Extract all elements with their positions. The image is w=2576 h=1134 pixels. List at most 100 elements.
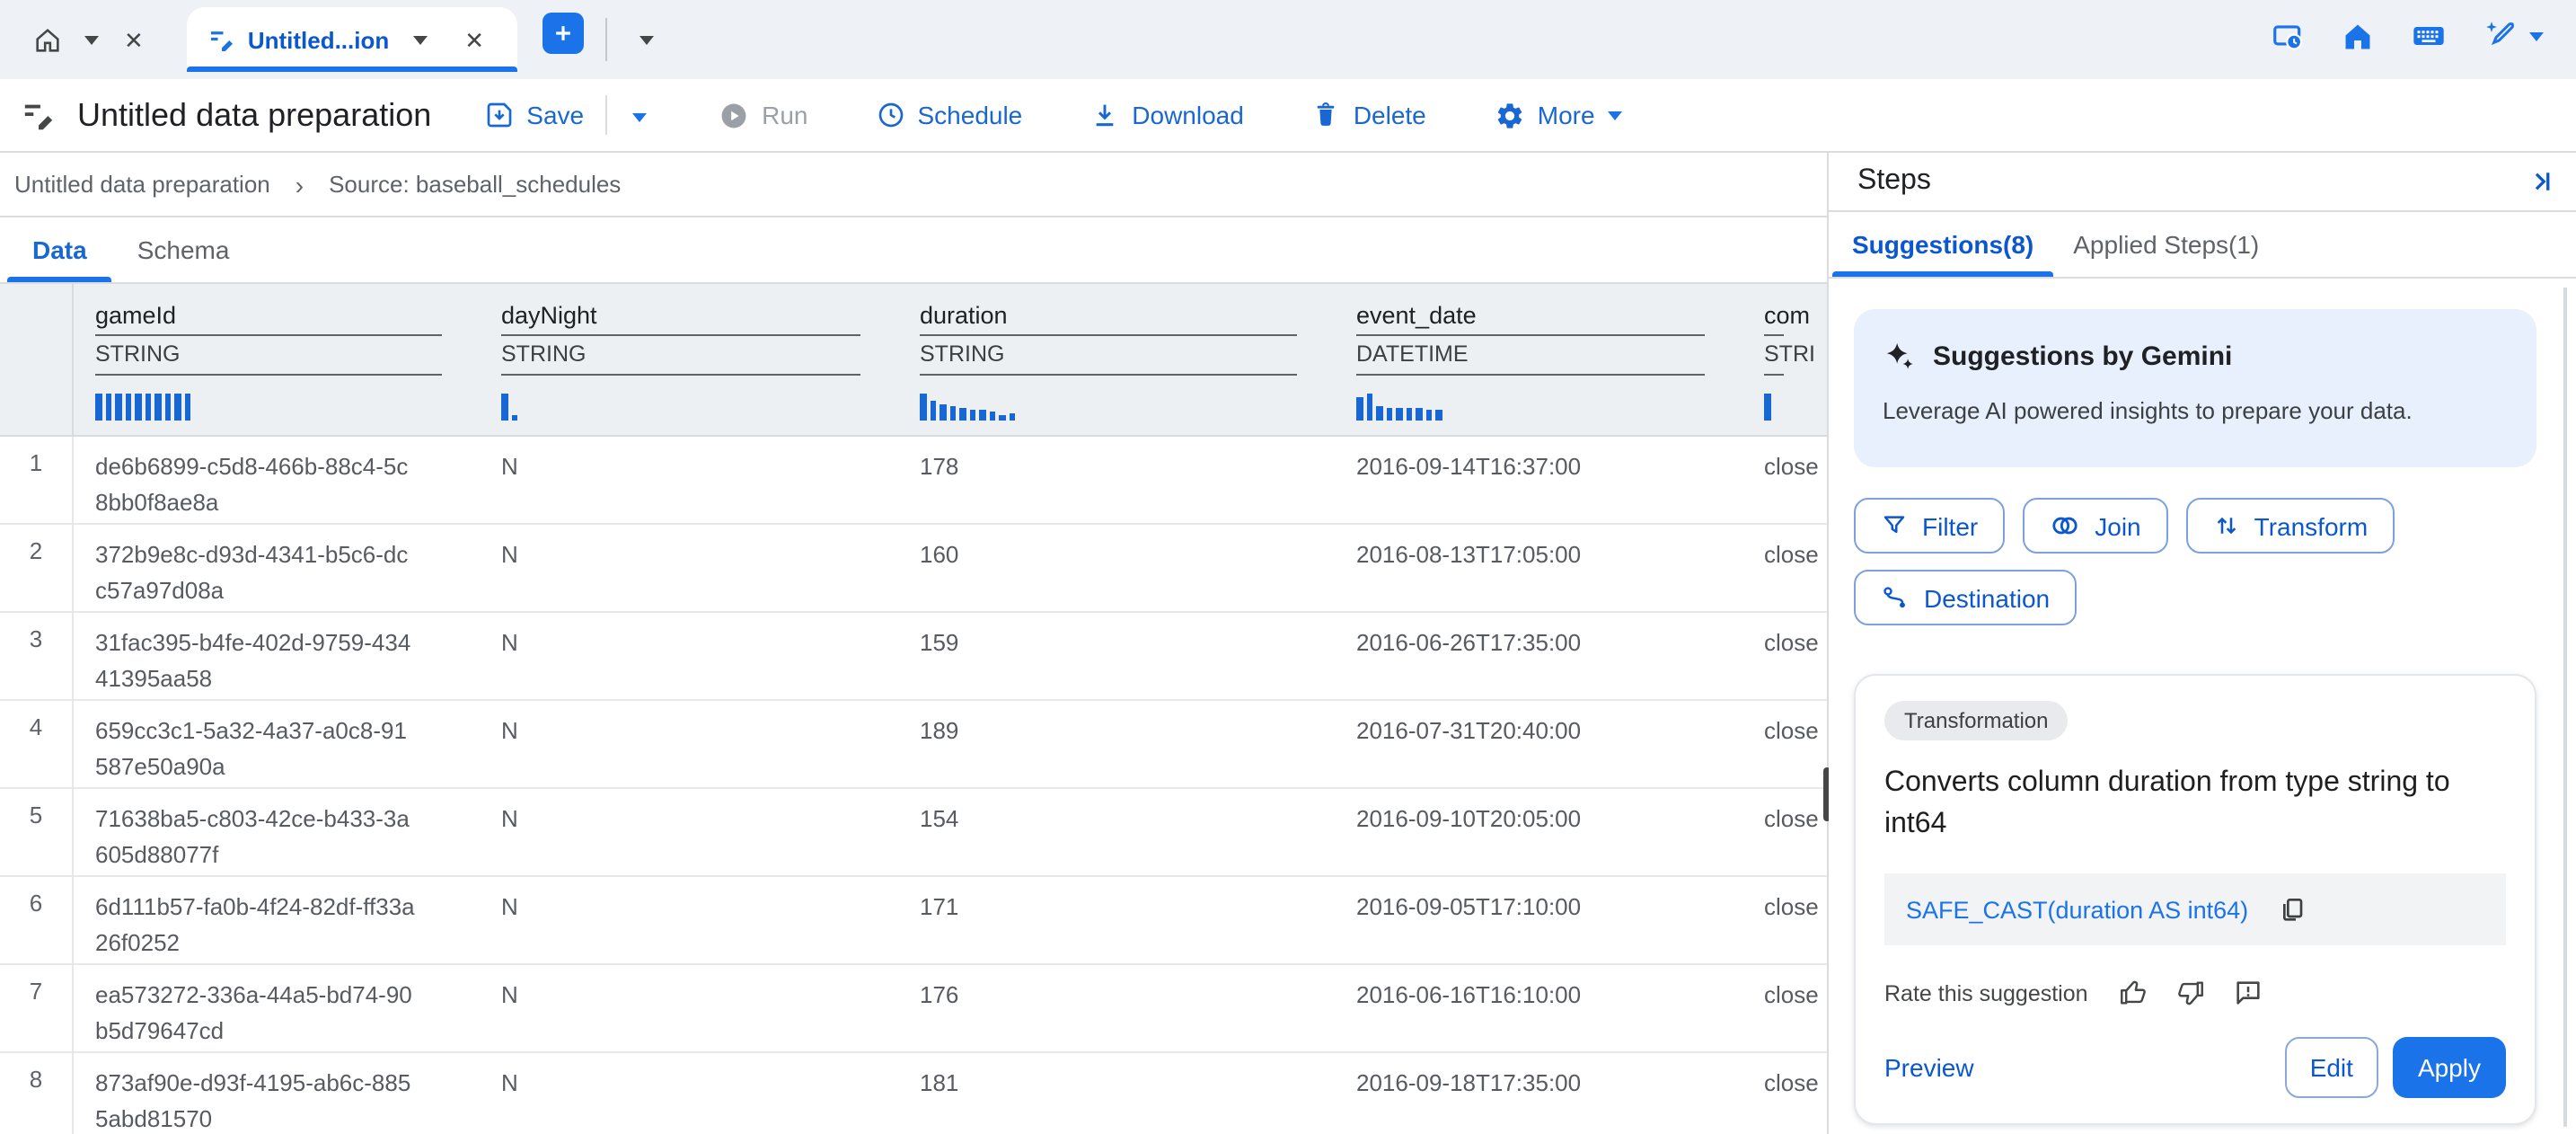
transform-button[interactable]: Transform — [2186, 498, 2395, 554]
delete-button[interactable]: Delete — [1298, 90, 1441, 140]
more-button[interactable]: More — [1480, 89, 1636, 141]
home-tab-icon[interactable] — [32, 24, 63, 55]
cell-gameId[interactable]: 31fac395-b4fe-402d-9759-43441395aa58 — [74, 613, 485, 699]
cell-com[interactable]: close — [1748, 525, 1827, 611]
edit-button[interactable]: Edit — [2285, 1037, 2378, 1098]
feedback-icon[interactable] — [2234, 978, 2264, 1008]
histogram-bar — [989, 412, 995, 421]
cell-event_date[interactable]: 2016-06-16T16:10:00 — [1340, 965, 1748, 1051]
tab-schema[interactable]: Schema — [112, 217, 255, 282]
cell-dayNight[interactable]: N — [485, 1053, 904, 1134]
row-number: 2 — [0, 525, 74, 611]
apply-button[interactable]: Apply — [2393, 1037, 2506, 1098]
cell-gameId[interactable]: de6b6899-c5d8-466b-88c4-5c8bb0f8ae8a — [74, 437, 485, 523]
join-label: Join — [2095, 511, 2140, 540]
tab-applied-steps[interactable]: Applied Steps(1) — [2053, 212, 2279, 277]
cell-event_date[interactable]: 2016-09-10T20:05:00 — [1340, 789, 1748, 875]
tab-untitled-data-preparation[interactable]: Untitled...ion ✕ — [187, 7, 516, 72]
breadcrumb-root[interactable]: Untitled data preparation — [14, 171, 270, 198]
column-header-duration[interactable]: duration STRING — [904, 284, 1340, 435]
column-name[interactable]: dayNight — [501, 302, 860, 336]
tab-caret-icon[interactable] — [412, 35, 427, 44]
cell-gameId[interactable]: 659cc3c1-5a32-4a37-a0c8-91587e50a90a — [74, 701, 485, 787]
cell-dayNight[interactable]: N — [485, 965, 904, 1051]
home-tab-close-icon[interactable]: ✕ — [120, 24, 147, 55]
filter-button[interactable]: Filter — [1854, 498, 2005, 554]
cell-dayNight[interactable]: N — [485, 701, 904, 787]
new-tab-button[interactable] — [542, 13, 583, 54]
tab-list-caret-icon[interactable] — [639, 35, 653, 44]
cell-duration[interactable]: 178 — [904, 437, 1340, 523]
column-header-gameid[interactable]: gameId STRING — [74, 284, 485, 435]
cell-gameId[interactable]: 372b9e8c-d93d-4341-b5c6-dcc57a97d08a — [74, 525, 485, 611]
cell-com[interactable]: close — [1748, 701, 1827, 787]
cell-gameId[interactable]: ea573272-336a-44a5-bd74-90b5d79647cd — [74, 965, 485, 1051]
home-tab-caret-icon[interactable] — [84, 35, 99, 44]
home-icon[interactable] — [2341, 19, 2375, 53]
tab-close-icon[interactable]: ✕ — [461, 24, 488, 55]
thumb-down-icon[interactable] — [2176, 978, 2207, 1008]
cell-duration[interactable]: 159 — [904, 613, 1340, 699]
cell-event_date[interactable]: 2016-07-31T20:40:00 — [1340, 701, 1748, 787]
column-histogram[interactable] — [1356, 392, 1705, 421]
tab-suggestions[interactable]: Suggestions(8) — [1832, 212, 2053, 277]
download-button[interactable]: Download — [1076, 90, 1258, 140]
cell-duration[interactable]: 160 — [904, 525, 1340, 611]
collapse-panel-icon[interactable] — [2526, 165, 2558, 198]
run-button[interactable]: Run — [704, 89, 822, 141]
cell-com[interactable]: close — [1748, 877, 1827, 963]
copy-icon[interactable] — [2277, 895, 2306, 924]
cell-duration[interactable]: 189 — [904, 701, 1340, 787]
cell-gameId[interactable]: 71638ba5-c803-42ce-b433-3a605d88077f — [74, 789, 485, 875]
destination-button[interactable]: Destination — [1854, 570, 2077, 625]
table-body: 1de6b6899-c5d8-466b-88c4-5c8bb0f8ae8aN17… — [0, 437, 1827, 1134]
column-histogram[interactable] — [501, 392, 860, 421]
suggestion-code[interactable]: SAFE_CAST(duration AS int64) — [1906, 896, 2248, 923]
save-button[interactable]: Save — [471, 90, 598, 140]
cell-event_date[interactable]: 2016-08-13T17:05:00 — [1340, 525, 1748, 611]
cell-gameId[interactable]: 873af90e-d93f-4195-ab6c-8855abd81570 — [74, 1053, 485, 1134]
schedule-button[interactable]: Schedule — [862, 90, 1037, 140]
device-session-icon[interactable] — [2271, 19, 2305, 53]
cell-duration[interactable]: 176 — [904, 965, 1340, 1051]
cell-dayNight[interactable]: N — [485, 525, 904, 611]
cell-com[interactable]: close — [1748, 965, 1827, 1051]
tab-data[interactable]: Data — [7, 217, 112, 282]
panel-scrollbar-track[interactable] — [2563, 288, 2567, 1127]
cell-com[interactable]: close — [1748, 1053, 1827, 1134]
histogram-bar — [135, 394, 141, 421]
column-histogram[interactable] — [95, 392, 442, 421]
cell-dayNight[interactable]: N — [485, 437, 904, 523]
column-histogram[interactable] — [920, 392, 1297, 421]
trash-icon — [1312, 101, 1341, 129]
column-name[interactable]: com — [1764, 302, 1784, 336]
cell-com[interactable]: close — [1748, 613, 1827, 699]
preview-link[interactable]: Preview — [1884, 1053, 1974, 1082]
cell-dayNight[interactable]: N — [485, 613, 904, 699]
cell-duration[interactable]: 181 — [904, 1053, 1340, 1134]
column-name[interactable]: duration — [920, 302, 1297, 336]
cell-dayNight[interactable]: N — [485, 789, 904, 875]
column-name[interactable]: gameId — [95, 302, 442, 336]
column-header-event-date[interactable]: event_date DATETIME — [1340, 284, 1748, 435]
thumb-up-icon[interactable] — [2119, 978, 2149, 1008]
cell-event_date[interactable]: 2016-06-26T17:35:00 — [1340, 613, 1748, 699]
cell-duration[interactable]: 171 — [904, 877, 1340, 963]
cell-event_date[interactable]: 2016-09-14T16:37:00 — [1340, 437, 1748, 523]
breadcrumb-source[interactable]: Source: baseball_schedules — [329, 171, 621, 198]
cell-com[interactable]: close — [1748, 789, 1827, 875]
magic-pen-icon[interactable] — [2483, 18, 2544, 54]
cell-dayNight[interactable]: N — [485, 877, 904, 963]
join-button[interactable]: Join — [2023, 498, 2167, 554]
column-name[interactable]: event_date — [1356, 302, 1705, 336]
column-header-daynight[interactable]: dayNight STRING — [485, 284, 904, 435]
cell-com[interactable]: close — [1748, 437, 1827, 523]
column-histogram[interactable] — [1764, 392, 1784, 421]
column-header-com[interactable]: com STRI — [1748, 284, 1827, 435]
cell-duration[interactable]: 154 — [904, 789, 1340, 875]
keyboard-icon[interactable] — [2411, 18, 2447, 54]
cell-event_date[interactable]: 2016-09-05T17:10:00 — [1340, 877, 1748, 963]
cell-gameId[interactable]: 6d111b57-fa0b-4f24-82df-ff33a26f0252 — [74, 877, 485, 963]
cell-event_date[interactable]: 2016-09-18T17:35:00 — [1340, 1053, 1748, 1134]
save-options-caret-icon[interactable] — [614, 88, 665, 142]
